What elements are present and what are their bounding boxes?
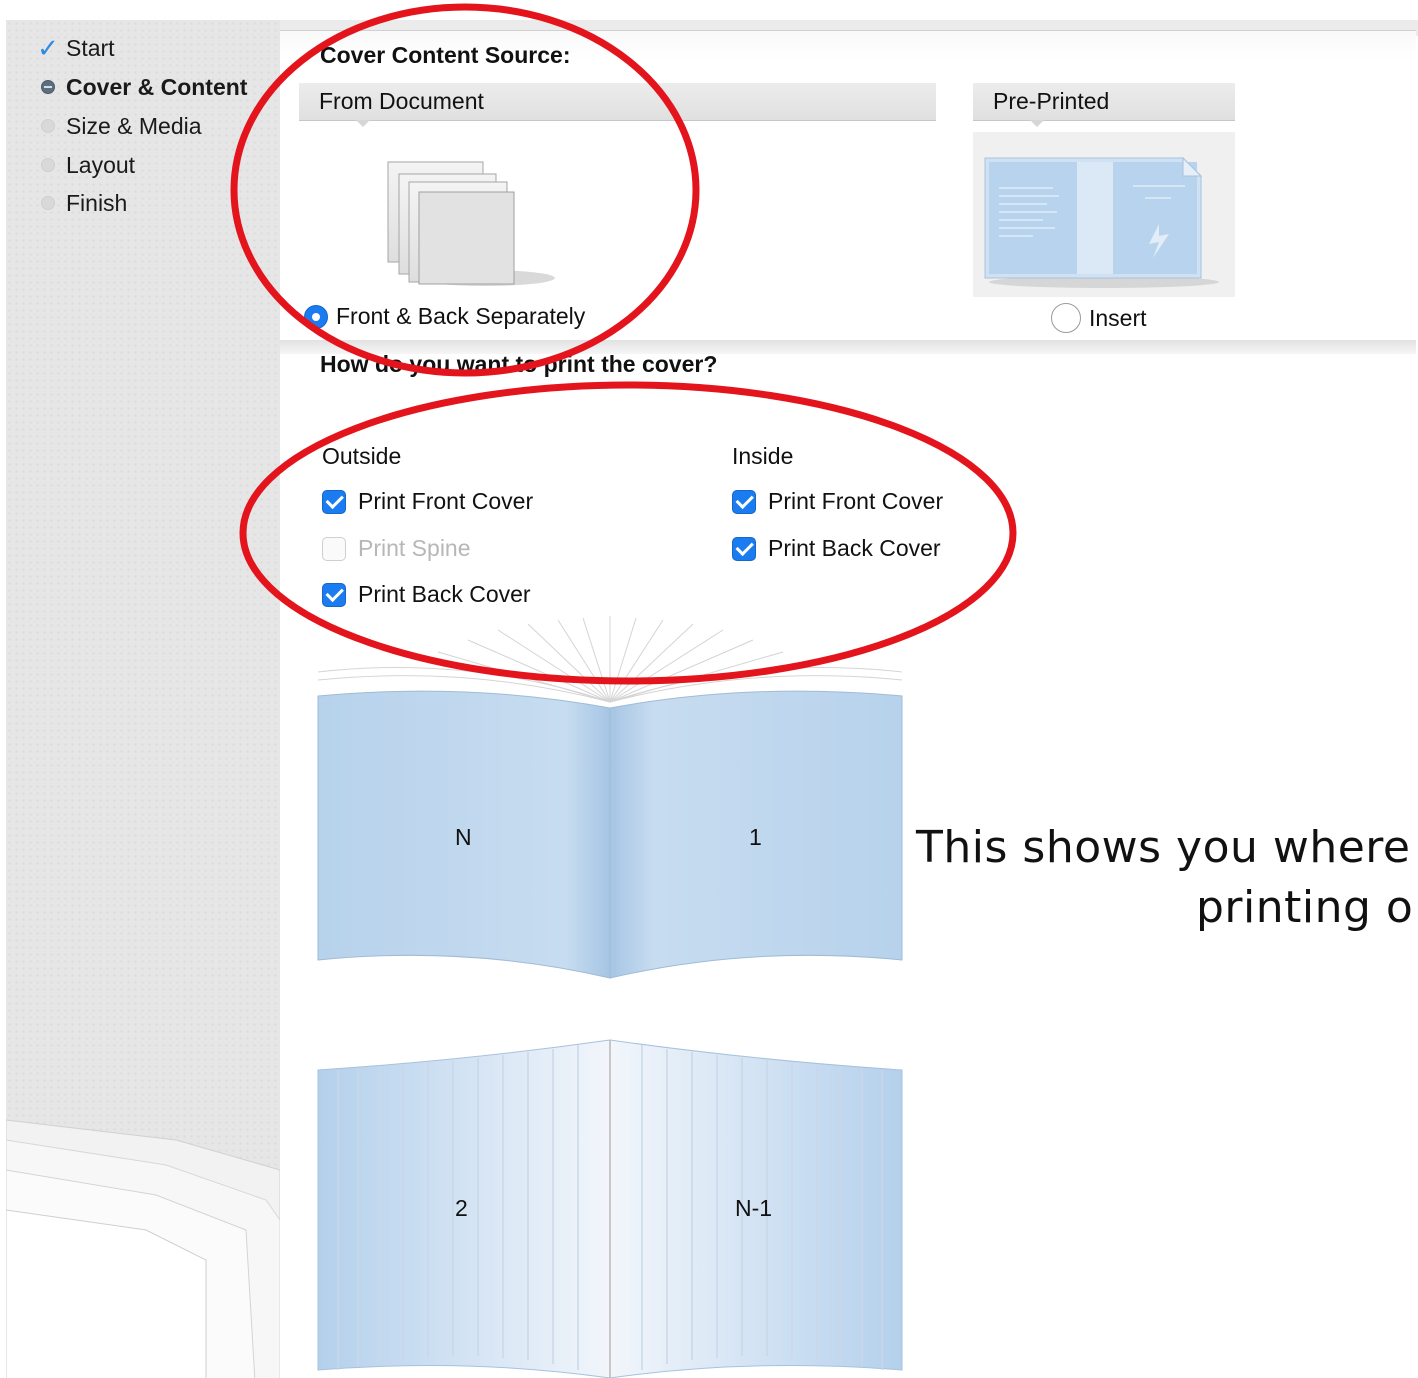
annotation-ellipse-cover-source <box>230 3 700 377</box>
annotation-ellipse-print-options <box>239 381 1017 685</box>
annotation-overlay <box>230 3 1017 685</box>
